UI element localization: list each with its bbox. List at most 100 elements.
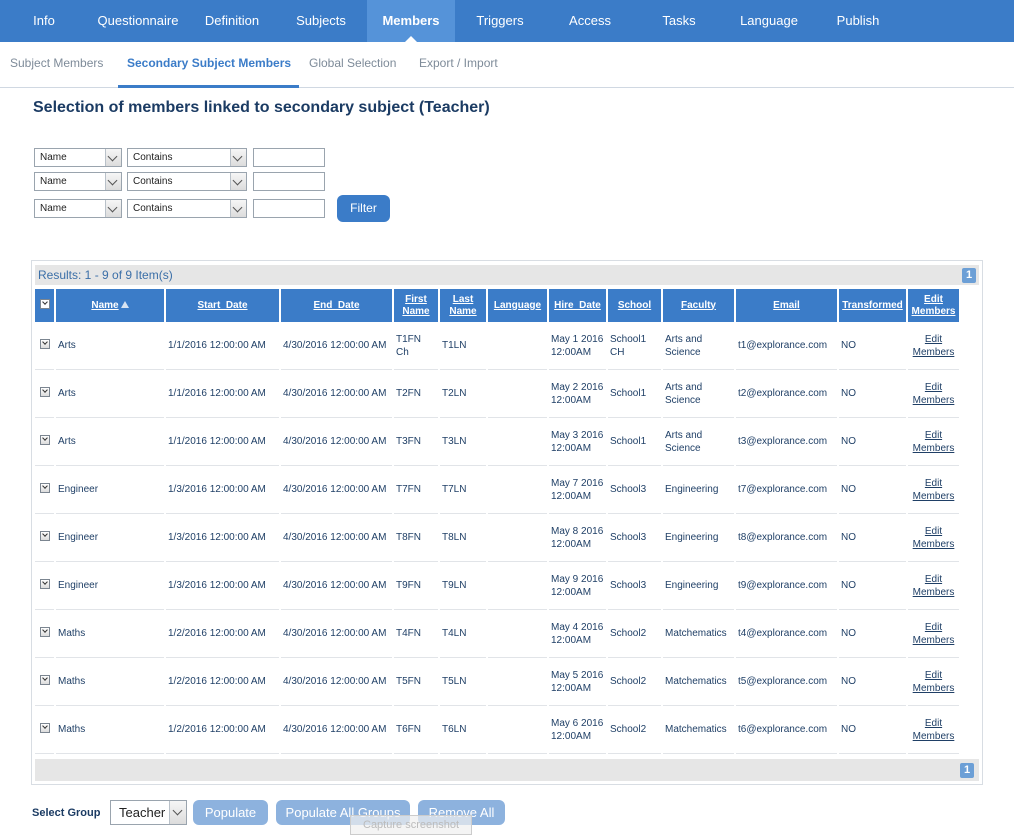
filter-operator-select-1[interactable]: Contains xyxy=(127,148,247,167)
nav-questionnaire[interactable]: Questionnaire xyxy=(88,0,188,42)
cell-end-date: 4/30/2016 12:00:00 AM xyxy=(281,514,392,562)
row-checkbox-icon[interactable] xyxy=(39,722,50,733)
chevron-down-icon xyxy=(230,149,246,166)
filter-button[interactable]: Filter xyxy=(337,195,390,222)
col-faculty[interactable]: Faculty xyxy=(663,289,734,322)
row-checkbox-icon[interactable] xyxy=(39,434,50,445)
nav-publish[interactable]: Publish xyxy=(824,0,892,42)
cell-email: t7@explorance.com xyxy=(736,466,837,514)
table-row[interactable]: Engineer 1/3/2016 12:00:00 AM 4/30/2016 12… xyxy=(35,514,959,562)
group-select[interactable]: Teacher xyxy=(110,800,187,825)
filter-value-input-3[interactable] xyxy=(253,199,325,218)
tab-export-import[interactable]: Export / Import xyxy=(419,56,498,70)
filter-operator-select-2[interactable]: Contains xyxy=(127,172,247,191)
row-checkbox-icon[interactable] xyxy=(39,530,50,541)
col-hire-date[interactable]: Hire_Date xyxy=(549,289,606,322)
col-start-date[interactable]: Start_Date xyxy=(166,289,279,322)
col-first-name[interactable]: First Name xyxy=(394,289,438,322)
filter-value-input-1[interactable] xyxy=(253,148,325,167)
cell-name: Arts xyxy=(56,370,164,418)
table-row[interactable]: Maths 1/2/2016 12:00:00 AM 4/30/2016 12:00… xyxy=(35,610,959,658)
nav-language[interactable]: Language xyxy=(730,0,808,42)
filter-value-input-2[interactable] xyxy=(253,172,325,191)
tab-subject-members[interactable]: Subject Members xyxy=(10,56,103,70)
cell-start-date: 1/1/2016 12:00:00 AM xyxy=(166,322,279,370)
edit-members-link[interactable]: Edit Members xyxy=(908,562,959,610)
row-checkbox-icon[interactable] xyxy=(39,626,50,637)
cell-faculty: Engineering xyxy=(663,562,734,610)
col-language[interactable]: Language xyxy=(488,289,547,322)
filter-field-select-2[interactable]: Name xyxy=(34,172,122,191)
row-checkbox-icon[interactable] xyxy=(39,338,50,349)
row-checkbox-icon[interactable] xyxy=(39,674,50,685)
cell-language xyxy=(488,562,547,610)
cell-last-name: T9LN xyxy=(440,562,486,610)
edit-members-link[interactable]: Edit Members xyxy=(908,610,959,658)
nav-tasks[interactable]: Tasks xyxy=(650,0,708,42)
row-checkbox-icon[interactable] xyxy=(39,386,50,397)
nav-access[interactable]: Access xyxy=(557,0,623,42)
cell-first-name: T9FN xyxy=(394,562,438,610)
table-row[interactable]: Arts 1/1/2016 12:00:00 AM 4/30/2016 12:00:… xyxy=(35,418,959,466)
col-transformed[interactable]: Transformed xyxy=(839,289,906,322)
cell-email: t3@explorance.com xyxy=(736,418,837,466)
cell-name: Engineer xyxy=(56,466,164,514)
chevron-down-icon xyxy=(105,173,121,190)
cell-school: School3 xyxy=(608,466,661,514)
cell-last-name: T7LN xyxy=(440,466,486,514)
edit-members-link[interactable]: Edit Members xyxy=(908,706,959,754)
filter-operator-value: Contains xyxy=(133,152,173,163)
table-row[interactable]: Maths 1/2/2016 12:00:00 AM 4/30/2016 12:00… xyxy=(35,658,959,706)
edit-members-link[interactable]: Edit Members xyxy=(908,658,959,706)
cell-first-name: T6FN xyxy=(394,706,438,754)
nav-triggers[interactable]: Triggers xyxy=(466,0,534,42)
col-email[interactable]: Email xyxy=(736,289,837,322)
select-all-header[interactable] xyxy=(35,289,54,322)
filter-operator-select-3[interactable]: Contains xyxy=(127,199,247,218)
table-row[interactable]: Arts 1/1/2016 12:00:00 AM 4/30/2016 12:00:… xyxy=(35,322,959,370)
row-checkbox-icon[interactable] xyxy=(39,482,50,493)
nav-members[interactable]: Members xyxy=(367,0,455,43)
cell-end-date: 4/30/2016 12:00:00 AM xyxy=(281,562,392,610)
cell-school: School1 CH xyxy=(608,322,661,370)
filter-field-select-3[interactable]: Name xyxy=(34,199,122,218)
capture-screenshot-button[interactable]: Capture screenshot xyxy=(350,815,472,835)
col-name[interactable]: Name xyxy=(56,289,164,322)
tab-global-selection[interactable]: Global Selection xyxy=(309,56,396,70)
cell-language xyxy=(488,418,547,466)
select-all-checkbox-icon[interactable] xyxy=(39,298,50,309)
table-row[interactable]: Engineer 1/3/2016 12:00:00 AM 4/30/2016 12… xyxy=(35,562,959,610)
col-school[interactable]: School xyxy=(608,289,661,322)
edit-members-link[interactable]: Edit Members xyxy=(908,370,959,418)
cell-transformed: NO xyxy=(839,610,906,658)
cell-last-name: T1LN xyxy=(440,322,486,370)
cell-name: Engineer xyxy=(56,514,164,562)
filter-operator-value: Contains xyxy=(133,203,173,214)
edit-members-link[interactable]: Edit Members xyxy=(908,466,959,514)
cell-last-name: T8LN xyxy=(440,514,486,562)
edit-members-link[interactable]: Edit Members xyxy=(908,418,959,466)
cell-end-date: 4/30/2016 12:00:00 AM xyxy=(281,658,392,706)
edit-members-link[interactable]: Edit Members xyxy=(908,322,959,370)
cell-faculty: Arts and Science xyxy=(663,418,734,466)
nav-subjects[interactable]: Subjects xyxy=(284,0,358,42)
col-last-name[interactable]: Last Name xyxy=(440,289,486,322)
table-row[interactable]: Arts 1/1/2016 12:00:00 AM 4/30/2016 12:00:… xyxy=(35,370,959,418)
members-grid: Results: 1 - 9 of 9 Item(s) 1 Name Start… xyxy=(31,260,983,785)
cell-last-name: T2LN xyxy=(440,370,486,418)
page-number-top[interactable]: 1 xyxy=(962,268,976,283)
table-row[interactable]: Engineer 1/3/2016 12:00:00 AM 4/30/2016 12… xyxy=(35,466,959,514)
row-checkbox-icon[interactable] xyxy=(39,578,50,589)
populate-button[interactable]: Populate xyxy=(193,800,268,825)
cell-first-name: T2FN xyxy=(394,370,438,418)
table-row[interactable]: Maths 1/2/2016 12:00:00 AM 4/30/2016 12:00… xyxy=(35,706,959,754)
nav-info[interactable]: Info xyxy=(14,0,74,42)
tab-secondary-subject-members[interactable]: Secondary Subject Members xyxy=(127,56,291,70)
filter-field-select-1[interactable]: Name xyxy=(34,148,122,167)
col-end-date[interactable]: End_Date xyxy=(281,289,392,322)
cell-transformed: NO xyxy=(839,466,906,514)
page-number-bottom[interactable]: 1 xyxy=(960,763,974,778)
nav-definition[interactable]: Definition xyxy=(192,0,272,42)
grid-footer xyxy=(35,759,979,781)
edit-members-link[interactable]: Edit Members xyxy=(908,514,959,562)
